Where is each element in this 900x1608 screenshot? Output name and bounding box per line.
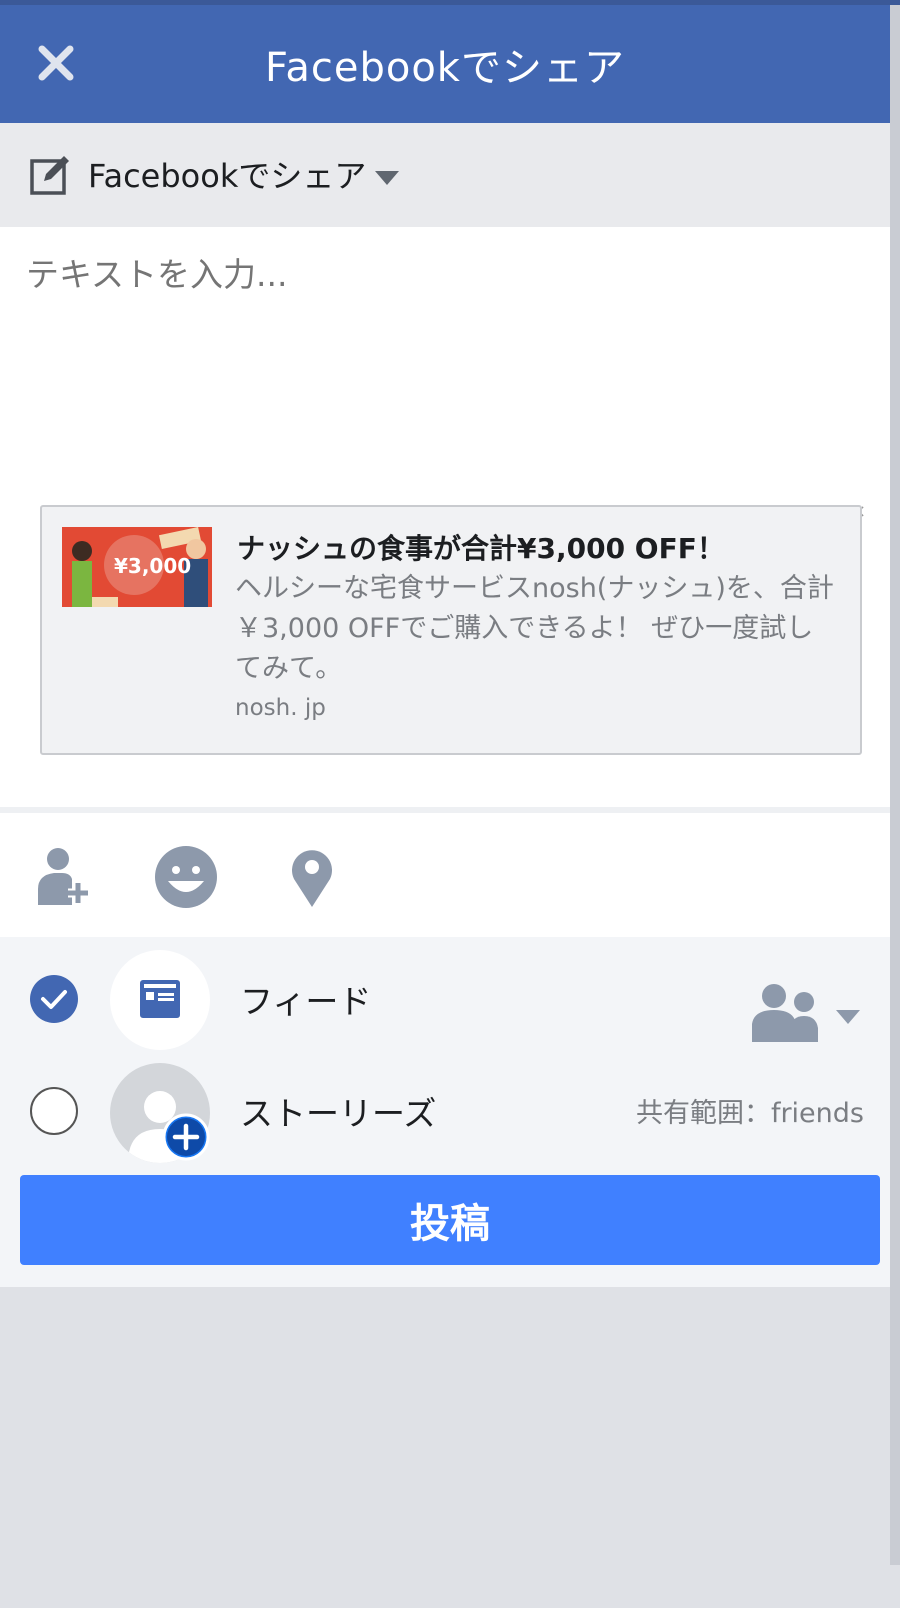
- page-title: Facebookでシェア: [265, 45, 625, 91]
- audience-selector: フィード ストーリーズ 共有範囲：friends 投稿: [0, 937, 890, 1287]
- share-destination-selector[interactable]: Facebookでシェア: [0, 123, 890, 227]
- edit-icon: [30, 156, 69, 195]
- feed-icon-avatar: [110, 950, 210, 1050]
- link-description: ヘルシーな宅食サービスnosh(ナッシュ)を、合計￥3,000 OFFでご購入で…: [235, 573, 834, 684]
- post-button[interactable]: 投稿: [20, 1175, 880, 1265]
- composer: × ¥3,000 ナッシュの食事が合計¥3,000 OFF！ ヘルシーな宅食サー…: [0, 227, 890, 807]
- feed-label: フィード: [240, 982, 372, 1021]
- add-story-icon[interactable]: [162, 1113, 210, 1161]
- thumbnail-price: ¥3,000: [114, 554, 191, 578]
- post-text-input[interactable]: [26, 255, 846, 294]
- link-title: ナッシュの食事が合計¥3,000 OFF！: [237, 532, 725, 565]
- news-feed-icon: [140, 980, 180, 1018]
- check-icon: [41, 990, 67, 1009]
- stories-label: ストーリーズ: [240, 1094, 437, 1133]
- stories-checkbox[interactable]: [30, 1087, 78, 1135]
- link-preview-card[interactable]: ¥3,000 ナッシュの食事が合計¥3,000 OFF！ ヘルシーな宅食サービス…: [40, 505, 862, 755]
- chevron-down-icon[interactable]: [375, 171, 399, 185]
- post-actions-bar: [0, 813, 890, 937]
- header-bar: Facebookでシェア: [0, 5, 890, 123]
- share-destination-label: Facebookでシェア: [88, 157, 367, 195]
- tag-people-icon[interactable]: [34, 845, 98, 909]
- link-thumbnail: ¥3,000: [62, 527, 212, 607]
- link-domain: nosh. jp: [235, 695, 326, 721]
- stories-privacy-label[interactable]: 共有範囲：friends: [636, 1091, 864, 1130]
- friends-privacy-icon[interactable]: [752, 982, 862, 1044]
- feeling-icon[interactable]: [154, 845, 218, 909]
- feed-checkbox[interactable]: [30, 975, 78, 1023]
- scroll-shade: [890, 5, 900, 1565]
- location-icon[interactable]: [280, 845, 344, 909]
